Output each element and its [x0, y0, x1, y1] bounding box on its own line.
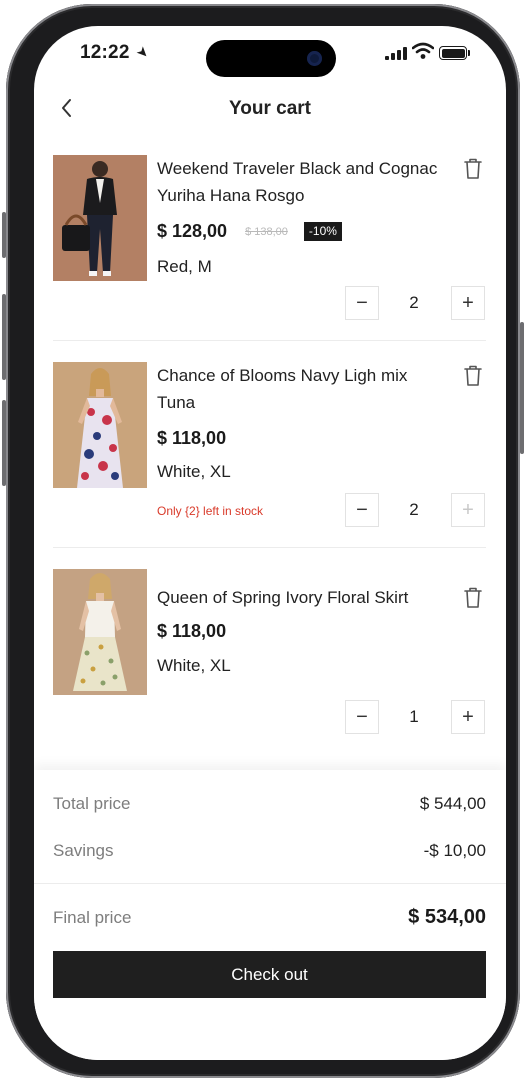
- app-screen: 12:22 ➤ Your cart Weekend Traveler Black…: [34, 26, 506, 1060]
- original-price: $ 138,00: [245, 225, 288, 238]
- quantity-value: 2: [409, 293, 419, 312]
- product-image: [53, 155, 147, 281]
- location-arrow-icon: ➤: [133, 42, 154, 62]
- final-price-value: $ 534,00: [408, 906, 486, 928]
- price-row: $ 118,00: [157, 428, 226, 449]
- wifi-icon: [412, 42, 434, 59]
- cart-item: Weekend Traveler Black and Cognac Yuriha…: [53, 155, 486, 345]
- quantity-value: 2: [409, 500, 419, 519]
- quantity-decrease-button[interactable]: −: [345, 286, 379, 320]
- quantity-value: 1: [409, 707, 419, 726]
- product-variant: White, XL: [157, 462, 231, 481]
- battery-cap: [468, 50, 470, 56]
- phone-volume-up: [2, 294, 6, 380]
- product-name[interactable]: Weekend Traveler Black and Cognac Yuriha…: [157, 155, 447, 209]
- dynamic-island: [206, 40, 336, 77]
- front-camera: [307, 51, 322, 66]
- trash-icon: [464, 587, 482, 608]
- cart-item: Queen of Spring Ivory Floral Skirt $ 118…: [53, 569, 486, 759]
- quantity-increase-button[interactable]: +: [451, 493, 485, 527]
- quantity-increase-button[interactable]: +: [451, 286, 485, 320]
- quantity-decrease-button[interactable]: −: [345, 493, 379, 527]
- delete-item-button[interactable]: [462, 364, 484, 388]
- product-image: [53, 569, 147, 695]
- product-price: $ 118,00: [157, 621, 227, 641]
- quantity-decrease-button[interactable]: −: [345, 700, 379, 734]
- delete-item-button[interactable]: [462, 157, 484, 181]
- final-price-label: Final price: [53, 908, 132, 927]
- discount-badge: -10%: [303, 222, 342, 241]
- delete-item-button[interactable]: [462, 586, 484, 610]
- item-divider: [53, 547, 486, 548]
- product-price: $ 118,00: [157, 428, 227, 448]
- summary-divider: [34, 883, 506, 884]
- checkout-button[interactable]: Check out: [53, 951, 486, 998]
- savings-value: -$ 10,00: [423, 841, 486, 860]
- total-price-value: $ 544,00: [419, 794, 486, 813]
- page-title: Your cart: [228, 98, 311, 119]
- status-time: 12:22: [80, 42, 130, 63]
- item-divider: [53, 340, 486, 341]
- trash-icon: [464, 365, 482, 386]
- stock-warning: Only {2} left in stock: [157, 504, 264, 518]
- price-row: $ 118,00: [157, 621, 226, 642]
- product-image: [53, 362, 147, 488]
- product-variant: Red, M: [157, 257, 212, 276]
- quantity-increase-button[interactable]: +: [451, 700, 485, 734]
- trash-icon: [464, 158, 482, 179]
- phone-volume-down: [2, 400, 6, 486]
- product-name[interactable]: Queen of Spring Ivory Floral Skirt: [157, 584, 447, 611]
- savings-label: Savings: [53, 841, 114, 860]
- cellular-signal-icon: [385, 47, 407, 60]
- phone-frame: 12:22 ➤ Your cart Weekend Traveler Black…: [2, 4, 524, 1078]
- cart-item: Chance of Blooms Navy Ligh mix Tuna $ 11…: [53, 362, 486, 552]
- product-price: $ 128,00: [157, 221, 228, 241]
- price-row: $ 128,00 $ 138,00 -10%: [157, 221, 342, 242]
- product-name[interactable]: Chance of Blooms Navy Ligh mix Tuna: [157, 362, 447, 416]
- product-variant: White, XL: [157, 656, 231, 675]
- phone-silent-switch: [2, 212, 6, 258]
- order-summary: Total price $ 544,00 Savings -$ 10,00 Fi…: [34, 770, 506, 1060]
- battery-icon: [439, 46, 467, 60]
- phone-power-button: [520, 322, 524, 454]
- total-price-label: Total price: [53, 794, 131, 813]
